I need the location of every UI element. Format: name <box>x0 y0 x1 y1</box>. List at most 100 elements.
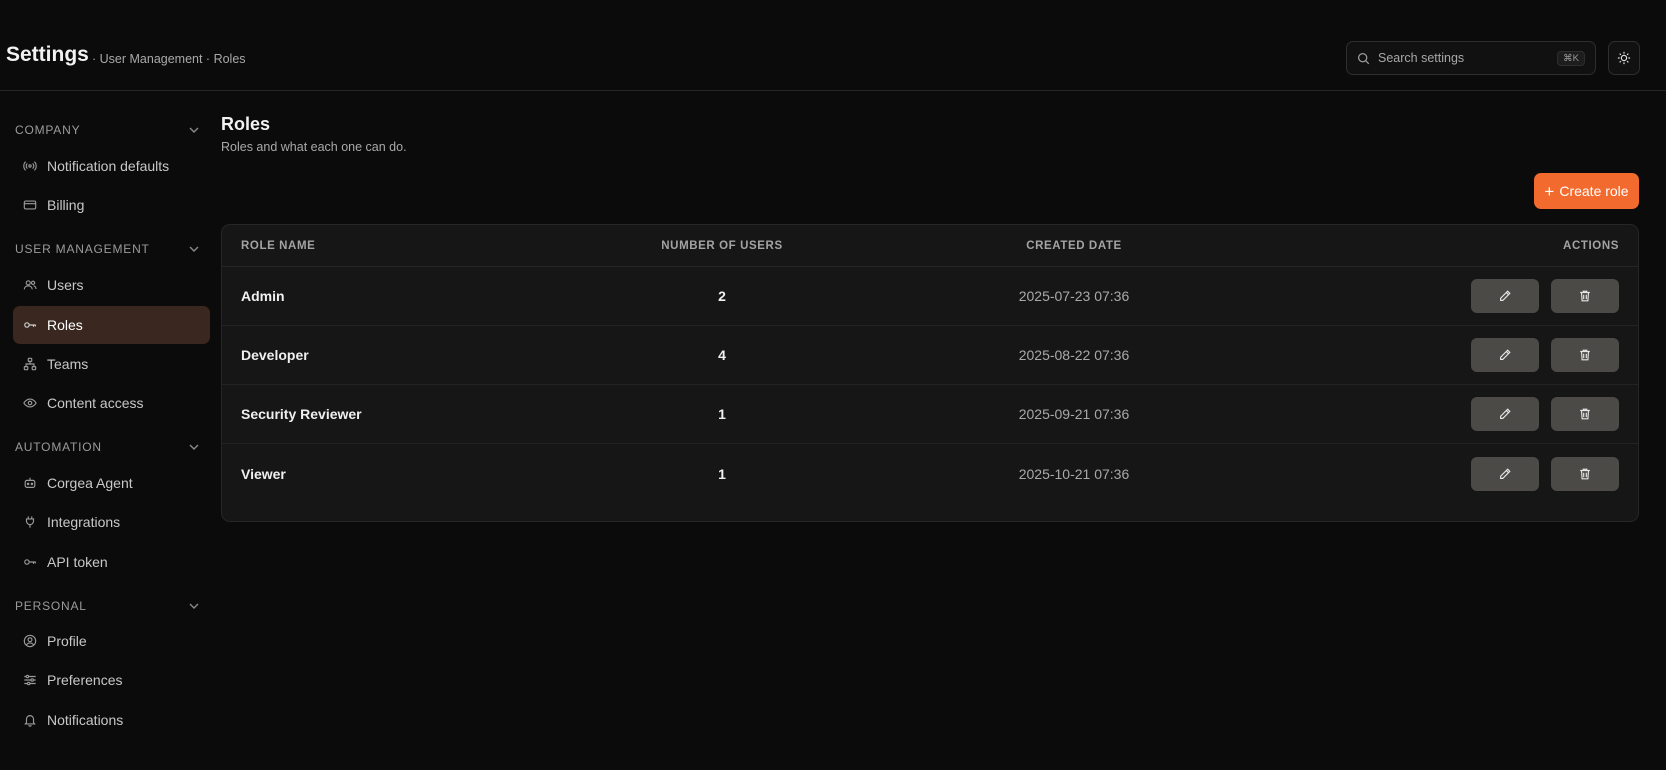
role-created-date: 2025-10-21 07:36 <box>1018 465 1130 482</box>
section-title: AUTOMATION <box>15 440 102 454</box>
app-title: Settings <box>6 43 89 66</box>
delete-role-button[interactable] <box>1551 456 1619 491</box>
sidebar-item-label: Profile <box>47 633 87 649</box>
section-header-company[interactable]: COMPANY <box>15 122 200 138</box>
trash-icon <box>1580 468 1590 479</box>
sidebar-item-label: Notification defaults <box>47 158 170 174</box>
page-subtitle: Roles and what each one can do. <box>221 140 407 154</box>
sidebar-item-users[interactable]: Users <box>13 266 210 304</box>
sun-icon <box>1617 51 1631 65</box>
pencil-icon <box>1500 349 1511 360</box>
row-actions <box>1471 338 1619 372</box>
edit-role-button[interactable] <box>1471 456 1539 491</box>
section-header-user-management[interactable]: USER MANAGEMENT <box>15 241 200 257</box>
pencil-icon <box>1500 408 1511 419</box>
theme-toggle-button[interactable] <box>1608 41 1640 75</box>
sidebar-item-teams[interactable]: Teams <box>13 345 210 383</box>
sidebar-item-content-access[interactable]: Content access <box>13 384 210 422</box>
edit-role-button[interactable] <box>1471 279 1539 313</box>
section-title: USER MANAGEMENT <box>15 242 150 256</box>
sidebar-item-label: Notifications <box>47 712 124 728</box>
delete-role-button[interactable] <box>1551 338 1619 372</box>
pencil-icon <box>1500 290 1511 301</box>
chevron-down-icon <box>189 603 199 609</box>
hierarchy-icon <box>23 357 37 371</box>
search-input[interactable]: Search settings ⌘K <box>1346 41 1596 75</box>
breadcrumb: · User Management · Roles <box>92 52 246 66</box>
table-row: Viewer 1 2025-10-21 07:36 <box>222 444 1638 503</box>
section-header-automation[interactable]: AUTOMATION <box>15 439 200 455</box>
table-row: Admin 2 2025-07-23 07:36 <box>222 267 1638 326</box>
create-role-button[interactable]: + Create role <box>1534 173 1639 209</box>
sidebar-item-roles[interactable]: Roles <box>13 306 210 344</box>
sidebar-item-label: Users <box>47 277 84 293</box>
column-header-actions: ACTIONS <box>1563 239 1619 252</box>
bell-icon <box>24 715 36 727</box>
section-title: COMPANY <box>15 123 81 137</box>
role-name: Developer <box>241 347 309 363</box>
search-shortcut: ⌘K <box>1557 50 1585 66</box>
trash-icon <box>1580 290 1590 302</box>
roles-table: ROLE NAME NUMBER OF USERS CREATED DATE A… <box>221 224 1639 522</box>
row-actions <box>1471 279 1619 313</box>
role-created-date: 2025-08-22 07:36 <box>1018 347 1130 363</box>
sidebar-item-label: Integrations <box>47 514 121 530</box>
trash-icon <box>1580 408 1590 420</box>
eye-icon <box>23 398 37 408</box>
sidebar-item-notification-defaults[interactable]: Notification defaults <box>13 147 210 185</box>
credit-card-icon <box>23 200 37 210</box>
sidebar-item-label: Content access <box>47 395 144 411</box>
sidebar-item-billing[interactable]: Billing <box>13 186 210 224</box>
role-user-count: 4 <box>718 347 726 363</box>
role-created-date: 2025-07-23 07:36 <box>1018 288 1130 304</box>
table-row: Security Reviewer 1 2025-09-21 07:36 <box>222 385 1638 444</box>
role-user-count: 1 <box>718 406 726 422</box>
sidebar-item-label: Billing <box>47 197 85 213</box>
sidebar-item-profile[interactable]: Profile <box>13 622 210 660</box>
sidebar-item-label: Preferences <box>47 672 123 688</box>
search-placeholder: Search settings <box>1378 51 1465 65</box>
column-header-created-date: CREATED DATE <box>1026 239 1122 252</box>
section-title: PERSONAL <box>15 599 87 613</box>
edit-role-button[interactable] <box>1471 397 1539 431</box>
table-row: Developer 4 2025-08-22 07:36 <box>222 326 1638 385</box>
role-name: Admin <box>241 288 285 304</box>
delete-role-button[interactable] <box>1551 397 1619 431</box>
sidebar-item-notifications[interactable]: Notifications <box>13 701 210 739</box>
pencil-icon <box>1500 467 1511 479</box>
page-title: Roles <box>221 114 271 134</box>
sidebar-item-integrations[interactable]: Integrations <box>13 503 210 541</box>
create-role-label: Create role <box>1559 183 1629 199</box>
plus-icon: + <box>1544 181 1555 201</box>
chevron-down-icon <box>189 444 199 450</box>
top-bar: Settings · User Management · Roles Searc… <box>0 0 1666 91</box>
edit-role-button[interactable] <box>1471 338 1539 372</box>
key-icon <box>24 322 36 328</box>
sidebar-item-label: Roles <box>47 317 83 333</box>
user-circle-icon <box>23 634 37 648</box>
chevron-down-icon <box>189 246 199 252</box>
sidebar-item-corgea-agent[interactable]: Corgea Agent <box>13 464 210 502</box>
broadcast-icon <box>23 161 37 171</box>
search-icon <box>1357 52 1370 64</box>
row-actions <box>1471 456 1619 491</box>
section-header-personal[interactable]: PERSONAL <box>15 598 200 614</box>
sidebar-item-preferences[interactable]: Preferences <box>13 661 210 699</box>
users-icon <box>23 280 37 290</box>
role-name: Security Reviewer <box>241 406 362 422</box>
bot-icon <box>24 477 36 488</box>
delete-role-button[interactable] <box>1551 279 1619 313</box>
column-header-role-name: ROLE NAME <box>241 239 316 252</box>
role-user-count: 1 <box>718 465 726 482</box>
row-actions <box>1471 397 1619 431</box>
key-icon <box>24 559 36 565</box>
plug-icon <box>25 516 35 528</box>
sidebar-item-label: API token <box>47 554 108 570</box>
sidebar-item-api-token[interactable]: API token <box>13 543 210 581</box>
chevron-down-icon <box>189 127 199 133</box>
sliders-icon <box>24 674 36 686</box>
trash-icon <box>1580 349 1590 361</box>
table-header: ROLE NAME NUMBER OF USERS CREATED DATE A… <box>222 225 1638 267</box>
role-created-date: 2025-09-21 07:36 <box>1018 406 1130 422</box>
role-user-count: 2 <box>718 288 726 304</box>
